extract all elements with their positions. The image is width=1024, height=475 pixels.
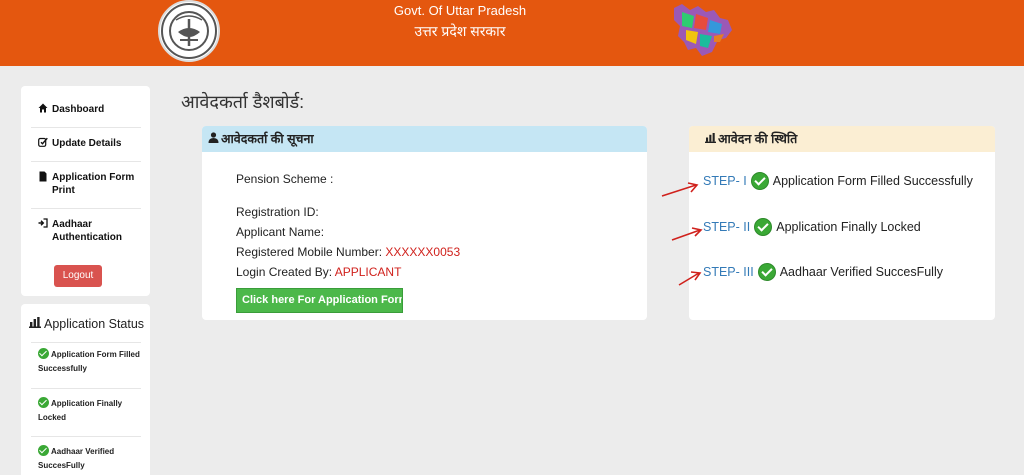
header-title: Govt. Of Uttar Pradesh उत्तर प्रदेश सरका… xyxy=(340,3,580,41)
user-icon xyxy=(208,126,219,152)
status-list-item: Application Form Filled Successfully xyxy=(38,348,143,376)
check-circle-icon xyxy=(38,445,49,456)
status-step-3: STEP- III Aadhaar Verified SuccesFully xyxy=(703,263,943,281)
sidebar-item-aadhaar-authentication[interactable]: Aadhaar Authentication xyxy=(21,218,150,244)
check-circle-icon xyxy=(754,218,773,236)
mobile-number-row: Registered Mobile Number: XXXXXX0053 xyxy=(236,245,460,259)
sidebar-item-update-details[interactable]: Update Details xyxy=(21,137,150,151)
check-circle-icon xyxy=(38,397,49,408)
login-created-value: APPLICANT xyxy=(334,265,402,279)
header-title-hindi: उत्तर प्रदेश सरकार xyxy=(414,23,506,39)
mobile-number-value: XXXXXX0053 xyxy=(385,245,461,259)
sign-in-icon xyxy=(38,218,48,232)
document-icon xyxy=(38,171,48,186)
page-title: आवेदकर्ता डैशबोर्ड: xyxy=(181,92,305,112)
applicant-info-card-title: आवेदकर्ता की सूचना xyxy=(221,132,314,146)
bar-chart-icon xyxy=(29,317,41,331)
up-government-emblem-icon xyxy=(158,0,220,62)
top-header: Govt. Of Uttar Pradesh उत्तर प्रदेश सरका… xyxy=(0,0,1024,66)
status-step-2: STEP- II Application Finally Locked xyxy=(703,218,921,236)
sidebar-divider xyxy=(31,436,141,437)
mobile-number-label: Registered Mobile Number: xyxy=(236,245,383,259)
sidebar-item-dashboard[interactable]: Dashboard xyxy=(21,103,150,117)
pension-scheme-label: Pension Scheme : xyxy=(236,172,334,186)
annotation-arrow-icon xyxy=(678,271,702,286)
status-list-item-text: Application Finally Locked xyxy=(38,399,123,422)
application-status-card-header: आवेदन की स्थिति xyxy=(689,126,995,152)
sidebar-nav: Dashboard Update Details Application For… xyxy=(21,86,150,296)
application-status-title-text: Application Status xyxy=(44,317,145,331)
annotation-arrow-icon xyxy=(671,227,703,241)
application-status-title: Application Status xyxy=(29,317,144,331)
status-step-label: STEP- II xyxy=(703,220,751,234)
status-step-label: STEP- I xyxy=(703,174,747,188)
check-circle-icon xyxy=(750,172,769,190)
logout-button[interactable]: Logout xyxy=(54,265,102,287)
status-step-text: Application Finally Locked xyxy=(776,220,921,234)
status-step-text: Aadhaar Verified SuccesFully xyxy=(779,265,943,279)
registration-id-label: Registration ID: xyxy=(236,205,319,219)
sidebar-divider xyxy=(31,127,141,128)
header-title-english: Govt. Of Uttar Pradesh xyxy=(393,3,527,18)
application-status-card: आवेदन की स्थिति STEP- I Application Form… xyxy=(689,126,995,320)
check-circle-icon xyxy=(38,348,49,359)
sidebar-item-label: Application Form Print xyxy=(52,172,135,196)
status-list-item-text: Application Form Filled Successfully xyxy=(38,350,140,373)
sidebar-item-label: Dashboard xyxy=(52,104,105,115)
sidebar-item-application-form-print[interactable]: Application Form Print xyxy=(21,171,150,197)
sidebar-divider xyxy=(31,161,141,162)
edit-icon xyxy=(38,137,48,151)
annotation-arrow-icon xyxy=(661,182,699,197)
status-list-item-text: Aadhaar Verified SuccesFully xyxy=(38,447,115,470)
sidebar-item-label: Aadhaar Authentication xyxy=(52,219,122,243)
sidebar-divider xyxy=(31,388,141,389)
login-created-label: Login Created By: xyxy=(236,265,333,279)
bar-chart-icon xyxy=(705,126,716,152)
uttar-pradesh-map-icon xyxy=(668,0,740,66)
applicant-name-label: Applicant Name: xyxy=(236,225,325,239)
status-step-1: STEP- I Application Form Filled Successf… xyxy=(703,172,973,190)
check-circle-icon xyxy=(757,263,776,281)
sidebar-divider xyxy=(31,342,141,343)
status-list-item: Aadhaar Verified SuccesFully xyxy=(38,445,143,473)
applicant-info-card: आवेदकर्ता की सूचना Pension Scheme : Regi… xyxy=(202,126,647,320)
applicant-info-card-header: आवेदकर्ता की सूचना xyxy=(202,126,647,152)
application-form-button[interactable]: Click here For Application Form xyxy=(236,288,403,313)
sidebar-item-label: Update Details xyxy=(52,138,122,149)
login-created-row: Login Created By: APPLICANT xyxy=(236,265,401,279)
application-status-card-title: आवेदन की स्थिति xyxy=(718,132,798,146)
sidebar-divider xyxy=(31,208,141,209)
home-icon xyxy=(38,103,48,117)
status-step-text: Application Form Filled Successfully xyxy=(772,174,973,188)
sidebar-application-status: Application Status Application Form Fill… xyxy=(21,304,150,475)
status-list-item: Application Finally Locked xyxy=(38,397,143,425)
